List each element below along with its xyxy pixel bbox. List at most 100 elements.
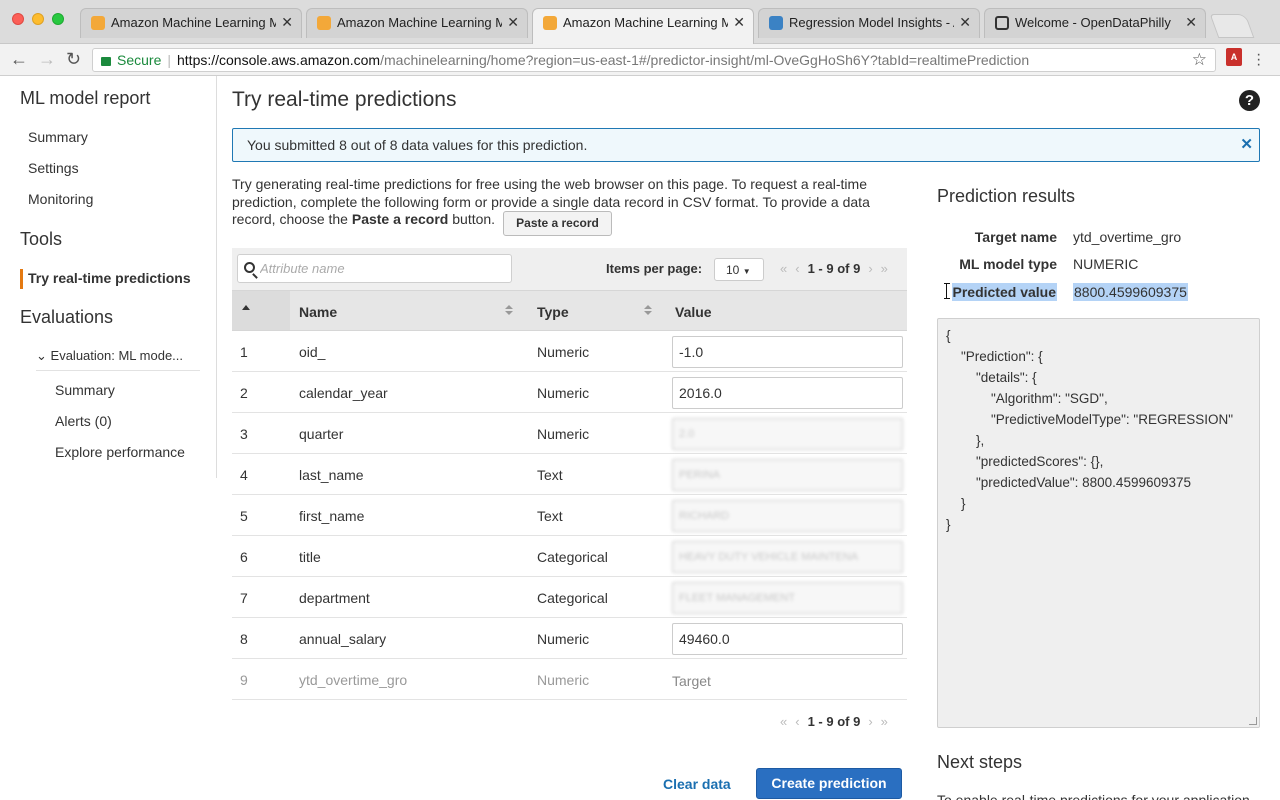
browser-tab-2[interactable]: Amazon Machine Learning Ma ✕: [306, 8, 528, 38]
value-input[interactable]: [672, 582, 903, 614]
browser-tab-5[interactable]: Welcome - OpenDataPhilly ✕: [984, 8, 1206, 38]
window-zoom-icon[interactable]: [52, 13, 64, 25]
column-header-type[interactable]: Type: [537, 304, 569, 320]
attribute-search[interactable]: [237, 254, 512, 283]
table-row: 1 oid_ Numeric: [232, 331, 907, 372]
value-input[interactable]: [672, 541, 903, 573]
predicted-value-label: Predicted value: [951, 283, 1057, 301]
attribute-name: last_name: [299, 467, 364, 483]
attribute-name: quarter: [299, 426, 344, 442]
window-minimize-icon[interactable]: [32, 13, 44, 25]
table-row: 7 department Categorical: [232, 577, 907, 618]
ml-model-type-label: ML model type: [959, 256, 1057, 272]
tab-close-icon[interactable]: ✕: [281, 14, 293, 31]
sidebar-item-try-real-time-predictions[interactable]: Try real-time predictions: [28, 270, 191, 286]
table-row: 2 calendar_year Numeric: [232, 372, 907, 413]
last-page-icon[interactable]: »: [881, 714, 888, 729]
target-name-value: ytd_overtime_gro: [1073, 229, 1182, 245]
target-label: Target: [672, 673, 711, 689]
table-header: Name Type Value: [232, 290, 907, 331]
ml-model-type-value: NUMERIC: [1073, 256, 1139, 272]
tab-title: Regression Model Insights - A: [789, 15, 954, 30]
attribute-type: Numeric: [537, 426, 590, 442]
prev-page-icon[interactable]: ‹: [795, 714, 799, 729]
reload-icon[interactable]: ↻: [66, 49, 81, 70]
value-input[interactable]: [672, 500, 903, 532]
pagination-text: 1 - 9 of 9: [807, 261, 861, 276]
first-page-icon[interactable]: «: [780, 714, 787, 729]
url-host: https://console.aws.amazon.com: [177, 52, 381, 68]
value-input[interactable]: [672, 459, 903, 491]
address-separator: |: [167, 52, 171, 68]
aws-favicon-icon: [317, 16, 331, 30]
sidebar-item-alerts[interactable]: Alerts (0): [55, 413, 112, 429]
column-header-name[interactable]: Name: [299, 304, 337, 320]
aws-favicon-icon: [543, 16, 557, 30]
next-page-icon[interactable]: ›: [868, 714, 872, 729]
prev-page-icon[interactable]: ‹: [795, 261, 799, 276]
browser-tab-4[interactable]: Regression Model Insights - A ✕: [758, 8, 980, 38]
caret-down-icon: ▼: [742, 267, 751, 276]
create-prediction-button[interactable]: Create prediction: [756, 768, 902, 799]
next-steps-heading: Next steps: [937, 752, 1023, 772]
paste-record-button[interactable]: Paste a record: [503, 211, 612, 236]
tab-close-icon[interactable]: ✕: [507, 14, 519, 31]
sort-icon[interactable]: [644, 305, 652, 317]
prediction-json-output[interactable]: { "Prediction": { "details": { "Algorith…: [937, 318, 1260, 728]
window-close-icon[interactable]: [12, 13, 24, 25]
value-input[interactable]: [672, 377, 903, 409]
sidebar-evaluation-toggle[interactable]: ⌄ Evaluation: ML mode...: [36, 348, 183, 364]
attribute-name: calendar_year: [299, 385, 388, 401]
sidebar-item-summary[interactable]: Summary: [28, 129, 88, 145]
close-icon[interactable]: ✕: [1240, 135, 1253, 153]
pagination-bottom: « ‹ 1 - 9 of 9 › »: [776, 714, 892, 729]
back-arrow-icon[interactable]: ←: [10, 49, 28, 70]
sort-icon[interactable]: [505, 305, 513, 317]
value-input[interactable]: [672, 336, 903, 368]
tab-close-icon[interactable]: ✕: [1185, 14, 1197, 31]
attribute-name: annual_salary: [299, 631, 387, 647]
browser-toolbar: ← → ↻ Secure | https://console.aws.amazon.…: [0, 44, 1280, 76]
tab-close-icon[interactable]: ✕: [733, 14, 745, 31]
attribute-search-input[interactable]: [260, 258, 505, 278]
pdf-extension-icon[interactable]: A: [1226, 48, 1242, 66]
search-icon: [244, 262, 255, 273]
sidebar-item-eval-summary[interactable]: Summary: [55, 382, 115, 398]
forward-arrow-icon[interactable]: →: [38, 49, 56, 70]
help-icon[interactable]: ?: [1239, 90, 1260, 111]
sidebar: ML model report Summary Settings Monitor…: [0, 76, 217, 478]
clear-data-link[interactable]: Clear data: [663, 776, 731, 792]
sidebar-item-monitoring[interactable]: Monitoring: [28, 191, 93, 207]
sort-ascending-icon: [242, 305, 250, 310]
browser-menu-icon[interactable]: · · ·: [1256, 47, 1261, 73]
first-page-icon[interactable]: «: [780, 261, 787, 276]
row-number: 3: [240, 426, 248, 442]
aws-favicon-icon: [91, 16, 105, 30]
bookmark-star-icon[interactable]: ☆: [1192, 50, 1207, 70]
attribute-name: department: [299, 590, 370, 606]
address-bar[interactable]: Secure | https://console.aws.amazon.com/ma…: [92, 48, 1216, 72]
sort-column-number[interactable]: [232, 291, 290, 330]
last-page-icon[interactable]: »: [881, 261, 888, 276]
tab-close-icon[interactable]: ✕: [959, 14, 971, 31]
attribute-type: Text: [537, 508, 563, 524]
row-number: 8: [240, 631, 248, 647]
tab-title: Amazon Machine Learning Ma: [563, 15, 728, 30]
new-tab-button[interactable]: [1209, 14, 1255, 38]
next-page-icon[interactable]: ›: [868, 261, 872, 276]
sidebar-heading-tools: Tools: [20, 229, 63, 249]
items-per-page-select[interactable]: 10 ▼: [714, 258, 764, 281]
attribute-name: ytd_overtime_gro: [299, 672, 408, 688]
intro-text-bold: Paste a record: [351, 211, 449, 227]
browser-tab-3-active[interactable]: Amazon Machine Learning Ma ✕: [532, 8, 754, 45]
resize-handle-icon[interactable]: [1249, 717, 1257, 725]
sidebar-item-explore-performance[interactable]: Explore performance: [55, 444, 185, 460]
sidebar-item-settings[interactable]: Settings: [28, 160, 79, 176]
value-input[interactable]: [672, 623, 903, 655]
value-input[interactable]: [672, 418, 903, 450]
items-per-page-value: 10: [726, 263, 740, 277]
browser-tab-1[interactable]: Amazon Machine Learning Ma ✕: [80, 8, 302, 38]
evaluation-name: Evaluation: ML mode...: [50, 348, 184, 363]
table-row: 8 annual_salary Numeric: [232, 618, 907, 659]
url-path: /machinelearning/home?region=us-east-1#/…: [380, 52, 1030, 68]
